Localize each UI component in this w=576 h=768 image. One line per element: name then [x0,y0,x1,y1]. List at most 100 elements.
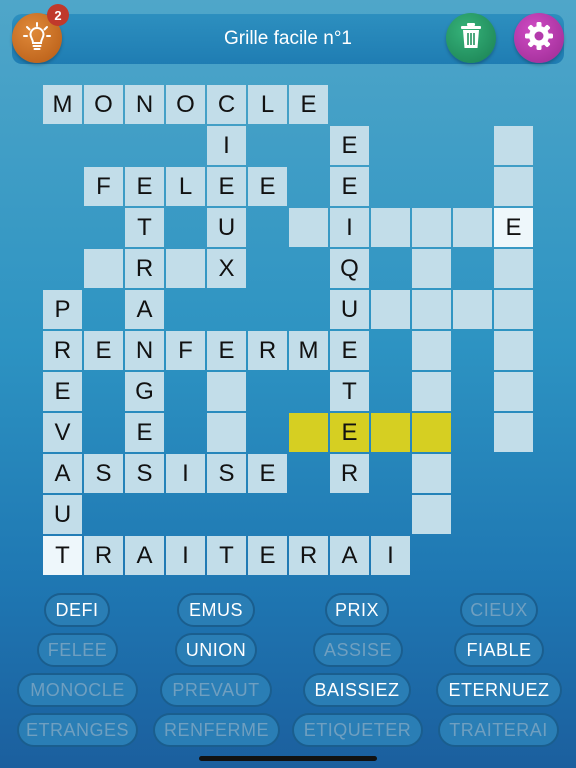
grid-cell[interactable] [289,413,328,452]
grid-cell[interactable]: R [248,331,287,370]
word-chip-fiable[interactable]: FIABLE [454,633,544,667]
grid-cell[interactable]: N [125,85,164,124]
grid-cell[interactable]: I [166,454,205,493]
grid-cell[interactable] [494,372,533,411]
grid-cell[interactable]: E [248,454,287,493]
grid-cell[interactable]: F [166,331,205,370]
grid-cell[interactable] [166,249,205,288]
grid-cell[interactable] [494,413,533,452]
grid-cell[interactable] [494,249,533,288]
grid-cell[interactable]: S [207,454,246,493]
grid-cell[interactable]: M [289,331,328,370]
word-chip-etranges[interactable]: ETRANGES [17,713,138,747]
grid-cell[interactable]: R [125,249,164,288]
grid-cell[interactable] [412,413,451,452]
grid-cell[interactable]: A [330,536,369,575]
grid-cell[interactable]: E [125,167,164,206]
grid-cell[interactable]: L [166,167,205,206]
settings-button[interactable] [514,13,564,63]
grid-cell[interactable]: E [84,331,123,370]
delete-button[interactable] [446,13,496,63]
grid-cell[interactable]: A [125,290,164,329]
word-chip-baissiez[interactable]: BAISSIEZ [303,673,411,707]
grid-cell[interactable] [371,208,410,247]
grid-cell[interactable]: T [330,372,369,411]
grid-cell[interactable]: R [330,454,369,493]
grid-cell[interactable] [453,208,492,247]
grid-cell[interactable] [412,249,451,288]
grid-cell[interactable]: F [84,167,123,206]
grid-cell[interactable]: E [330,413,369,452]
grid-cell[interactable]: A [125,536,164,575]
word-chip-etiqueter[interactable]: ETIQUETER [292,713,423,747]
grid-cell[interactable]: G [125,372,164,411]
grid-cell[interactable]: I [166,536,205,575]
grid-cell[interactable] [412,372,451,411]
word-chip-defi[interactable]: DEFI [44,593,110,627]
grid-cell[interactable]: C [207,85,246,124]
grid-cell[interactable] [494,331,533,370]
grid-cell[interactable]: A [43,454,82,493]
word-chip-traiterai[interactable]: TRAITERAI [438,713,559,747]
grid-cell[interactable] [412,290,451,329]
grid-cell[interactable]: N [125,331,164,370]
grid-cell[interactable] [412,454,451,493]
grid-cell[interactable]: T [207,536,246,575]
grid-cell[interactable]: T [43,536,82,575]
word-chip-cieux[interactable]: CIEUX [460,593,538,627]
grid-cell[interactable]: U [330,290,369,329]
word-chip-eternuez[interactable]: ETERNUEZ [436,673,562,707]
grid-cell[interactable]: E [248,167,287,206]
grid-cell[interactable]: R [84,536,123,575]
grid-cell[interactable]: E [248,536,287,575]
grid-cell[interactable]: E [494,208,533,247]
grid-cell[interactable]: R [43,331,82,370]
grid-cell[interactable] [494,290,533,329]
grid-cell[interactable]: E [330,167,369,206]
grid-cell[interactable]: I [207,126,246,165]
grid-cell[interactable]: I [330,208,369,247]
grid-cell[interactable] [84,249,123,288]
grid-cell[interactable]: E [289,85,328,124]
word-chip-prix[interactable]: PRIX [325,593,389,627]
grid-cell[interactable]: R [289,536,328,575]
grid-cell[interactable] [453,290,492,329]
grid-cell[interactable]: T [125,208,164,247]
word-chip-monocle[interactable]: MONOCLE [17,673,138,707]
grid-cell[interactable] [494,126,533,165]
grid-cell[interactable]: X [207,249,246,288]
grid-cell[interactable]: E [330,331,369,370]
grid-cell[interactable]: U [207,208,246,247]
grid-cell[interactable] [289,208,328,247]
word-chip-felee[interactable]: FELEE [37,633,118,667]
grid-cell[interactable] [207,372,246,411]
grid-cell[interactable] [412,208,451,247]
grid-cell[interactable] [207,413,246,452]
grid-cell[interactable] [494,167,533,206]
grid-cell[interactable]: U [43,495,82,534]
grid-cell[interactable]: E [43,372,82,411]
grid-cell[interactable]: E [207,331,246,370]
grid-cell[interactable]: L [248,85,287,124]
grid-cell[interactable]: O [166,85,205,124]
grid-cell[interactable] [371,413,410,452]
grid-cell[interactable]: E [125,413,164,452]
grid-cell[interactable] [412,331,451,370]
word-chip-prevaut[interactable]: PREVAUT [160,673,272,707]
grid-cell[interactable]: E [330,126,369,165]
grid-cell[interactable]: O [84,85,123,124]
word-chip-union[interactable]: UNION [175,633,257,667]
grid-cell[interactable]: V [43,413,82,452]
word-chip-emus[interactable]: EMUS [177,593,255,627]
grid-cell[interactable]: Q [330,249,369,288]
word-chip-renferme[interactable]: RENFERME [153,713,280,747]
grid-cell[interactable] [412,495,451,534]
grid-cell[interactable]: S [84,454,123,493]
grid-cell[interactable]: P [43,290,82,329]
grid-cell[interactable]: M [43,85,82,124]
grid-cell[interactable]: S [125,454,164,493]
word-chip-assise[interactable]: ASSISE [313,633,403,667]
grid-cell[interactable] [371,290,410,329]
grid-cell[interactable]: I [371,536,410,575]
grid-cell[interactable]: E [207,167,246,206]
